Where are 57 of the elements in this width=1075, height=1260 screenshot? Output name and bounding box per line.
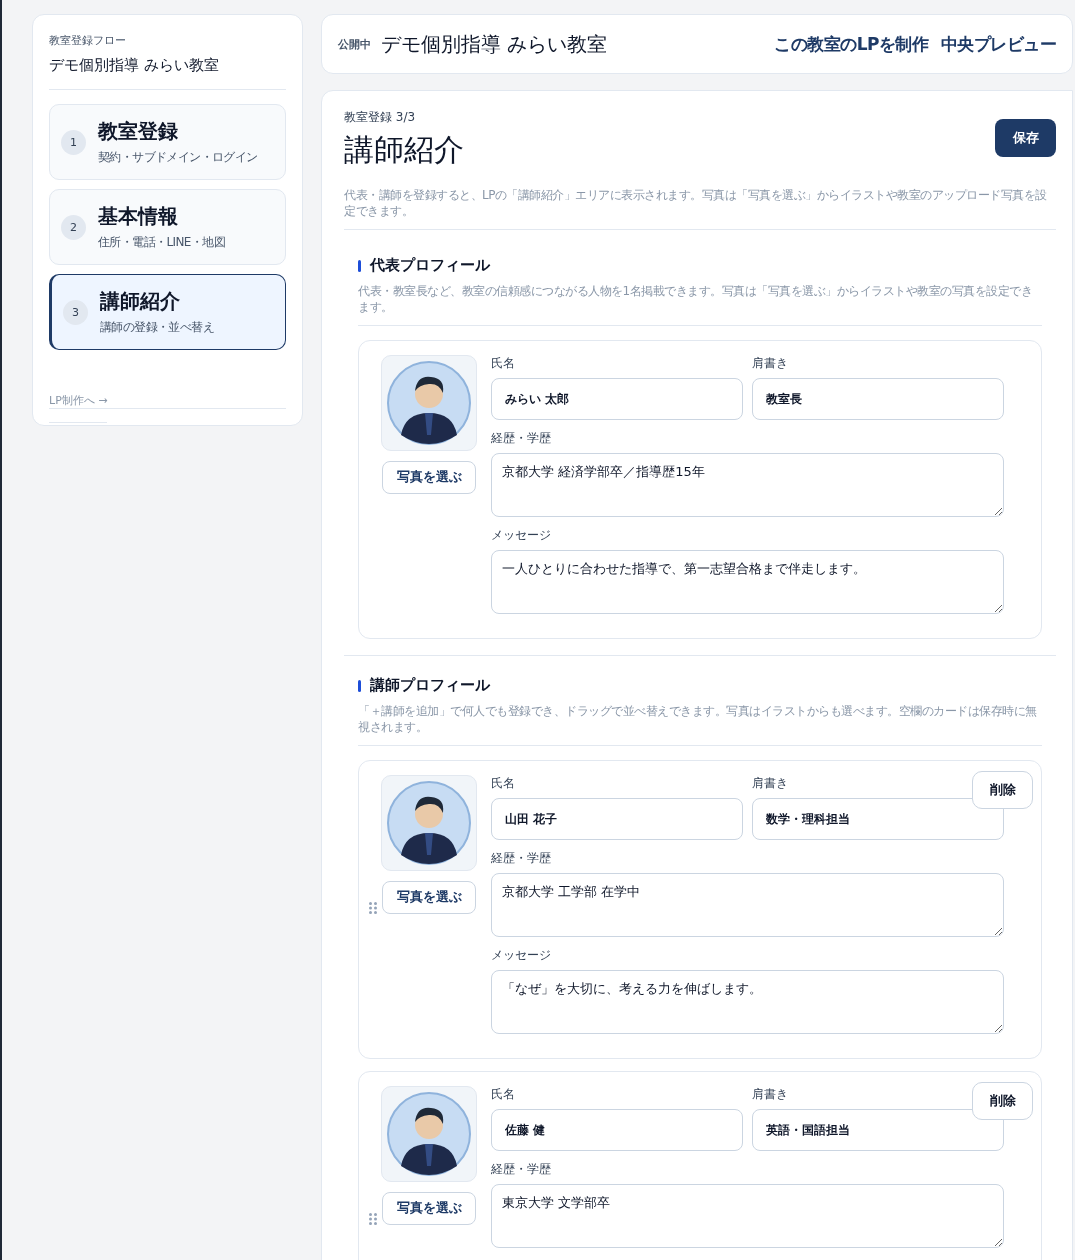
field-label: 氏名 — [491, 1086, 515, 1103]
field-label: メッセージ — [491, 947, 551, 964]
name-input[interactable]: みらい 太郎 — [491, 378, 743, 420]
drag-handle-icon[interactable] — [369, 902, 377, 914]
save-button[interactable]: 保存 — [995, 119, 1056, 157]
flow-label: 教室登録フロー — [49, 33, 127, 48]
step-label: 教室登録 3/3 — [344, 109, 417, 126]
field-label: 経歴・学歴 — [491, 850, 551, 867]
title-input[interactable]: 英語・国語担当 — [752, 1109, 1004, 1151]
message-textarea[interactable]: 「なぜ」を大切に、考える力を伸ばします。 — [491, 970, 1004, 1034]
step-item[interactable]: 2 基本情報 住所・電話・LINE・地図 — [49, 189, 286, 265]
drag-handle-icon[interactable] — [369, 1213, 377, 1225]
step-number: 1 — [61, 129, 86, 155]
step-number: 3 — [63, 299, 88, 325]
delete-button[interactable]: 削除 — [972, 1082, 1033, 1120]
step-subtitle: 契約・サブドメイン・ログイン — [98, 149, 258, 166]
step-title: 教室登録 — [98, 118, 179, 145]
field-label: 肩書き — [752, 775, 788, 792]
step-title: 講師紹介 — [100, 288, 181, 315]
step-item[interactable]: 3 講師紹介 講師の登録・並べ替え — [49, 274, 286, 350]
field-label: メッセージ — [491, 527, 551, 544]
choose-photo-button[interactable]: 写真を選ぶ — [382, 461, 476, 494]
header-link[interactable]: この教室のLPを制作 — [774, 32, 929, 56]
title-input[interactable]: 教室長 — [752, 378, 1004, 420]
heading-accent-bar — [358, 679, 361, 692]
section-heading: 代表プロフィール — [370, 256, 490, 275]
header-link[interactable]: 中央プレビュー — [940, 32, 1056, 56]
field-label: 氏名 — [491, 775, 515, 792]
section-description: 代表・教室長など、教室の信頼感につながる人物を1名掲載できます。写真は「写真を選ぶ」からイラストや教室の写真を設定できます。 — [358, 283, 1042, 326]
step-item[interactable]: 1 教室登録 契約・サブドメイン・ログイン — [49, 104, 286, 180]
field-label: 氏名 — [491, 355, 515, 372]
school-name: デモ個別指導 みらい教室 — [49, 56, 286, 90]
header-school-name: デモ個別指導 みらい教室 — [381, 30, 609, 58]
step-subtitle: 講師の登録・並べ替え — [100, 319, 214, 336]
career-textarea[interactable]: 京都大学 工学部 在学中 — [491, 873, 1004, 937]
step-title: 基本情報 — [98, 203, 179, 230]
field-label: 肩書き — [752, 1086, 788, 1103]
step-subtitle: 住所・電話・LINE・地図 — [98, 234, 225, 251]
delete-button[interactable]: 削除 — [972, 771, 1033, 809]
career-textarea[interactable]: 東京大学 文学部卒 — [491, 1184, 1004, 1248]
career-textarea[interactable]: 京都大学 経済学部卒／指導歴15年 — [491, 453, 1004, 517]
choose-photo-button[interactable]: 写真を選ぶ — [382, 1192, 476, 1225]
section-heading: 講師プロフィール — [370, 676, 490, 695]
choose-photo-button[interactable]: 写真を選ぶ — [382, 881, 476, 914]
message-textarea[interactable]: 一人ひとりに合わせた指導で、第一志望合格まで伴走します。 — [491, 550, 1004, 614]
field-label: 肩書き — [752, 355, 788, 372]
heading-accent-bar — [358, 259, 361, 272]
status-label: 公開中 — [338, 36, 371, 52]
step-number: 2 — [61, 214, 86, 240]
name-input[interactable]: 山田 花子 — [491, 798, 743, 840]
title-input[interactable]: 数学・理科担当 — [752, 798, 1004, 840]
page-title: 講師紹介 — [344, 131, 464, 169]
section-description: 「＋講師を追加」で何人でも登録でき、ドラッグで並べ替えできます。写真はイラストからも選べます。空欄のカードは保存時に無視されます。 — [358, 703, 1042, 746]
page-description: 代表・講師を登録すると、LPの「講師紹介」エリアに表示されます。写真は「写真を選ぶ」からイラストや教室のアップロード写真を設定できます。 — [344, 187, 1056, 230]
name-input[interactable]: 佐藤 健 — [491, 1109, 743, 1151]
field-label: 経歴・学歴 — [491, 430, 551, 447]
field-label: 経歴・学歴 — [491, 1161, 551, 1178]
